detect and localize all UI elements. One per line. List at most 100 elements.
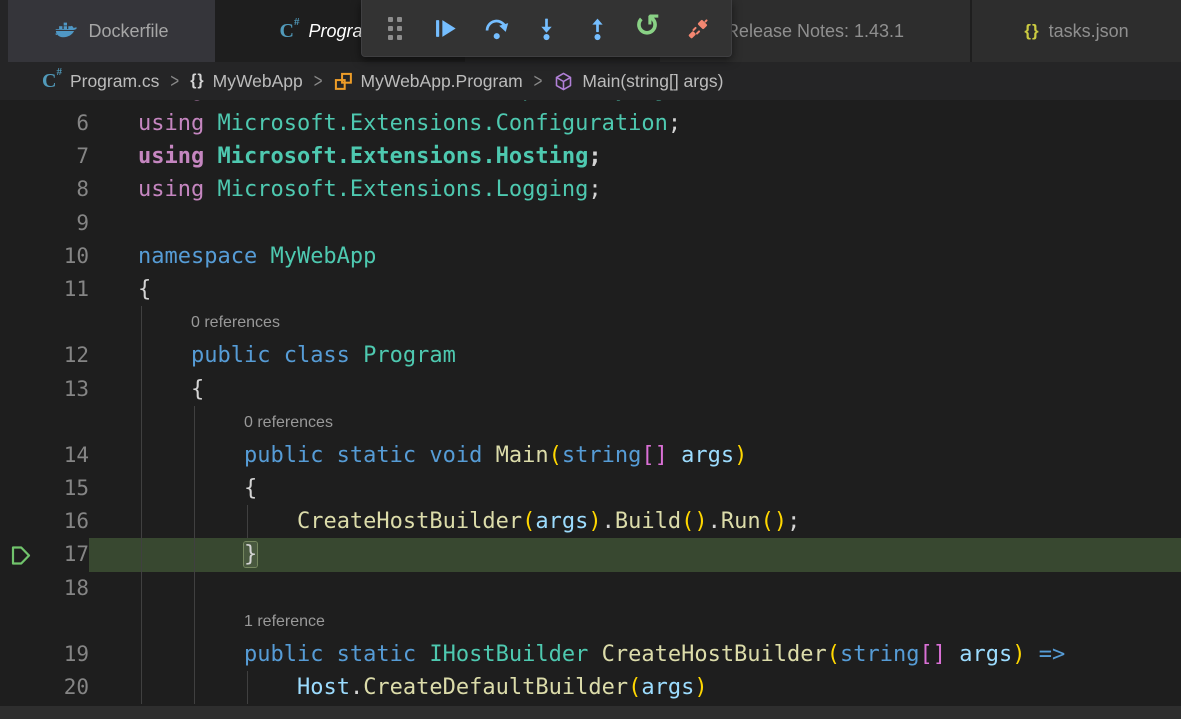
glyph-margin[interactable]: [0, 207, 43, 240]
glyph-margin[interactable]: [0, 406, 43, 439]
glyph-margin[interactable]: [0, 505, 43, 538]
line-number[interactable]: [43, 306, 89, 339]
glyph-margin[interactable]: [0, 240, 43, 273]
breadcrumb-separator-icon: >: [169, 70, 180, 93]
codelens-cell[interactable]: 0 references: [89, 306, 1181, 339]
breadcrumb-item-program.cs[interactable]: C#Program.cs: [42, 71, 159, 92]
code-editor[interactable]: using Microsoft.Extensions.DependencyInj…: [0, 100, 1181, 719]
indent-guide: [194, 505, 195, 538]
line-number[interactable]: 14: [43, 439, 89, 472]
debug-toolbar-drag-handle[interactable]: [376, 8, 414, 48]
code-cell[interactable]: public static IHostBuilder CreateHostBui…: [89, 638, 1181, 671]
line-number[interactable]: [43, 406, 89, 439]
code-line-18: 18: [0, 572, 1181, 605]
indent-guide: [247, 671, 248, 704]
code-cell[interactable]: public class Program: [89, 339, 1181, 372]
indent-guide: [194, 538, 195, 571]
docker-whale-icon: [54, 20, 79, 42]
line-number[interactable]: [43, 100, 89, 107]
drag-handle-icon: [388, 17, 402, 40]
glyph-margin[interactable]: [0, 638, 43, 671]
line-number[interactable]: 19: [43, 638, 89, 671]
line-number[interactable]: 10: [43, 240, 89, 273]
codelens-cell[interactable]: 1 reference: [89, 605, 1181, 638]
glyph-margin[interactable]: [0, 173, 43, 206]
code-cell[interactable]: using Microsoft.Extensions.Configuration…: [89, 107, 1181, 140]
codelens-references[interactable]: 0 references: [138, 306, 1181, 339]
code-cell[interactable]: [89, 572, 1181, 605]
code-cell[interactable]: [89, 207, 1181, 240]
code-cell[interactable]: {: [89, 373, 1181, 406]
line-number[interactable]: 8: [43, 173, 89, 206]
horizontal-scrollbar[interactable]: [0, 706, 1181, 719]
line-number[interactable]: 16: [43, 505, 89, 538]
breadcrumb-label: MyWebApp: [213, 71, 303, 92]
code-line-8: 8using Microsoft.Extensions.Logging;: [0, 173, 1181, 206]
line-number[interactable]: 20: [43, 671, 89, 704]
namespace-braces-icon: {}: [190, 72, 204, 90]
line-number[interactable]: [43, 605, 89, 638]
indent-guide: [141, 538, 142, 571]
glyph-margin[interactable]: [0, 439, 43, 472]
code-cell[interactable]: public static void Main(string[] args): [89, 439, 1181, 472]
code-line-7: 7using Microsoft.Extensions.Hosting;: [0, 140, 1181, 173]
breadcrumb-item-mywebapp[interactable]: {} MyWebApp: [190, 71, 303, 92]
codelens-row: 1 reference: [0, 605, 1181, 638]
breadcrumb-label: Program.cs: [70, 71, 159, 92]
glyph-margin[interactable]: [0, 671, 43, 704]
line-number[interactable]: 7: [43, 140, 89, 173]
glyph-margin[interactable]: [0, 373, 43, 406]
tab-tasks.json[interactable]: {}tasks.json: [970, 0, 1181, 62]
codelens-cell[interactable]: 0 references: [89, 406, 1181, 439]
code-cell[interactable]: namespace MyWebApp: [89, 240, 1181, 273]
code-cell[interactable]: using Microsoft.Extensions.Hosting;: [89, 140, 1181, 173]
line-number[interactable]: 9: [43, 207, 89, 240]
glyph-margin[interactable]: [0, 605, 43, 638]
step-over-button[interactable]: [477, 8, 515, 48]
codelens-references[interactable]: 0 references: [138, 406, 1181, 439]
glyph-margin[interactable]: [0, 100, 43, 107]
disconnect-icon: [685, 15, 712, 42]
indent-guide: [141, 605, 142, 638]
code-line-9: 9: [0, 207, 1181, 240]
line-number[interactable]: 17: [43, 538, 89, 571]
step-out-button[interactable]: [578, 8, 616, 48]
restart-button[interactable]: ↺: [629, 8, 667, 48]
disconnect-button[interactable]: [679, 8, 717, 48]
csharp-file-icon: C#: [280, 21, 300, 41]
line-number[interactable]: 12: [43, 339, 89, 372]
line-number[interactable]: 13: [43, 373, 89, 406]
code-cell[interactable]: using Microsoft.Extensions.Logging;: [89, 173, 1181, 206]
code-cell[interactable]: {: [89, 472, 1181, 505]
line-number[interactable]: 15: [43, 472, 89, 505]
line-number[interactable]: 18: [43, 572, 89, 605]
tab-dockerfile[interactable]: Dockerfile: [8, 0, 215, 62]
continue-icon: [432, 15, 459, 42]
step-into-button[interactable]: [528, 8, 566, 48]
glyph-margin[interactable]: [0, 306, 43, 339]
breadcrumb-item-mywebapp.program[interactable]: MyWebApp.Program: [334, 71, 523, 92]
code-cell[interactable]: using Microsoft.Extensions.DependencyInj…: [89, 100, 1181, 107]
glyph-margin[interactable]: [0, 107, 43, 140]
glyph-margin[interactable]: [0, 339, 43, 372]
code-cell[interactable]: {: [89, 273, 1181, 306]
glyph-margin[interactable]: [0, 273, 43, 306]
class-symbol-icon: [334, 72, 353, 91]
code-cell[interactable]: }: [89, 538, 1181, 571]
codelens-references[interactable]: 1 reference: [138, 605, 1181, 638]
indent-guide: [141, 373, 142, 406]
indent-guide: [194, 472, 195, 505]
codelens-row: 0 references: [0, 306, 1181, 339]
breadcrumb-item-main-string-args-[interactable]: Main(string[] args): [553, 71, 723, 92]
code-cell[interactable]: CreateHostBuilder(args).Build().Run();: [89, 505, 1181, 538]
glyph-margin[interactable]: [0, 472, 43, 505]
line-number[interactable]: 11: [43, 273, 89, 306]
indent-guide: [141, 572, 142, 605]
continue-button[interactable]: [427, 8, 465, 48]
breadcrumb-separator-icon: >: [533, 70, 544, 93]
glyph-margin[interactable]: [0, 572, 43, 605]
glyph-margin[interactable]: [0, 538, 43, 571]
line-number[interactable]: 6: [43, 107, 89, 140]
glyph-margin[interactable]: [0, 140, 43, 173]
code-cell[interactable]: Host.CreateDefaultBuilder(args): [89, 671, 1181, 704]
